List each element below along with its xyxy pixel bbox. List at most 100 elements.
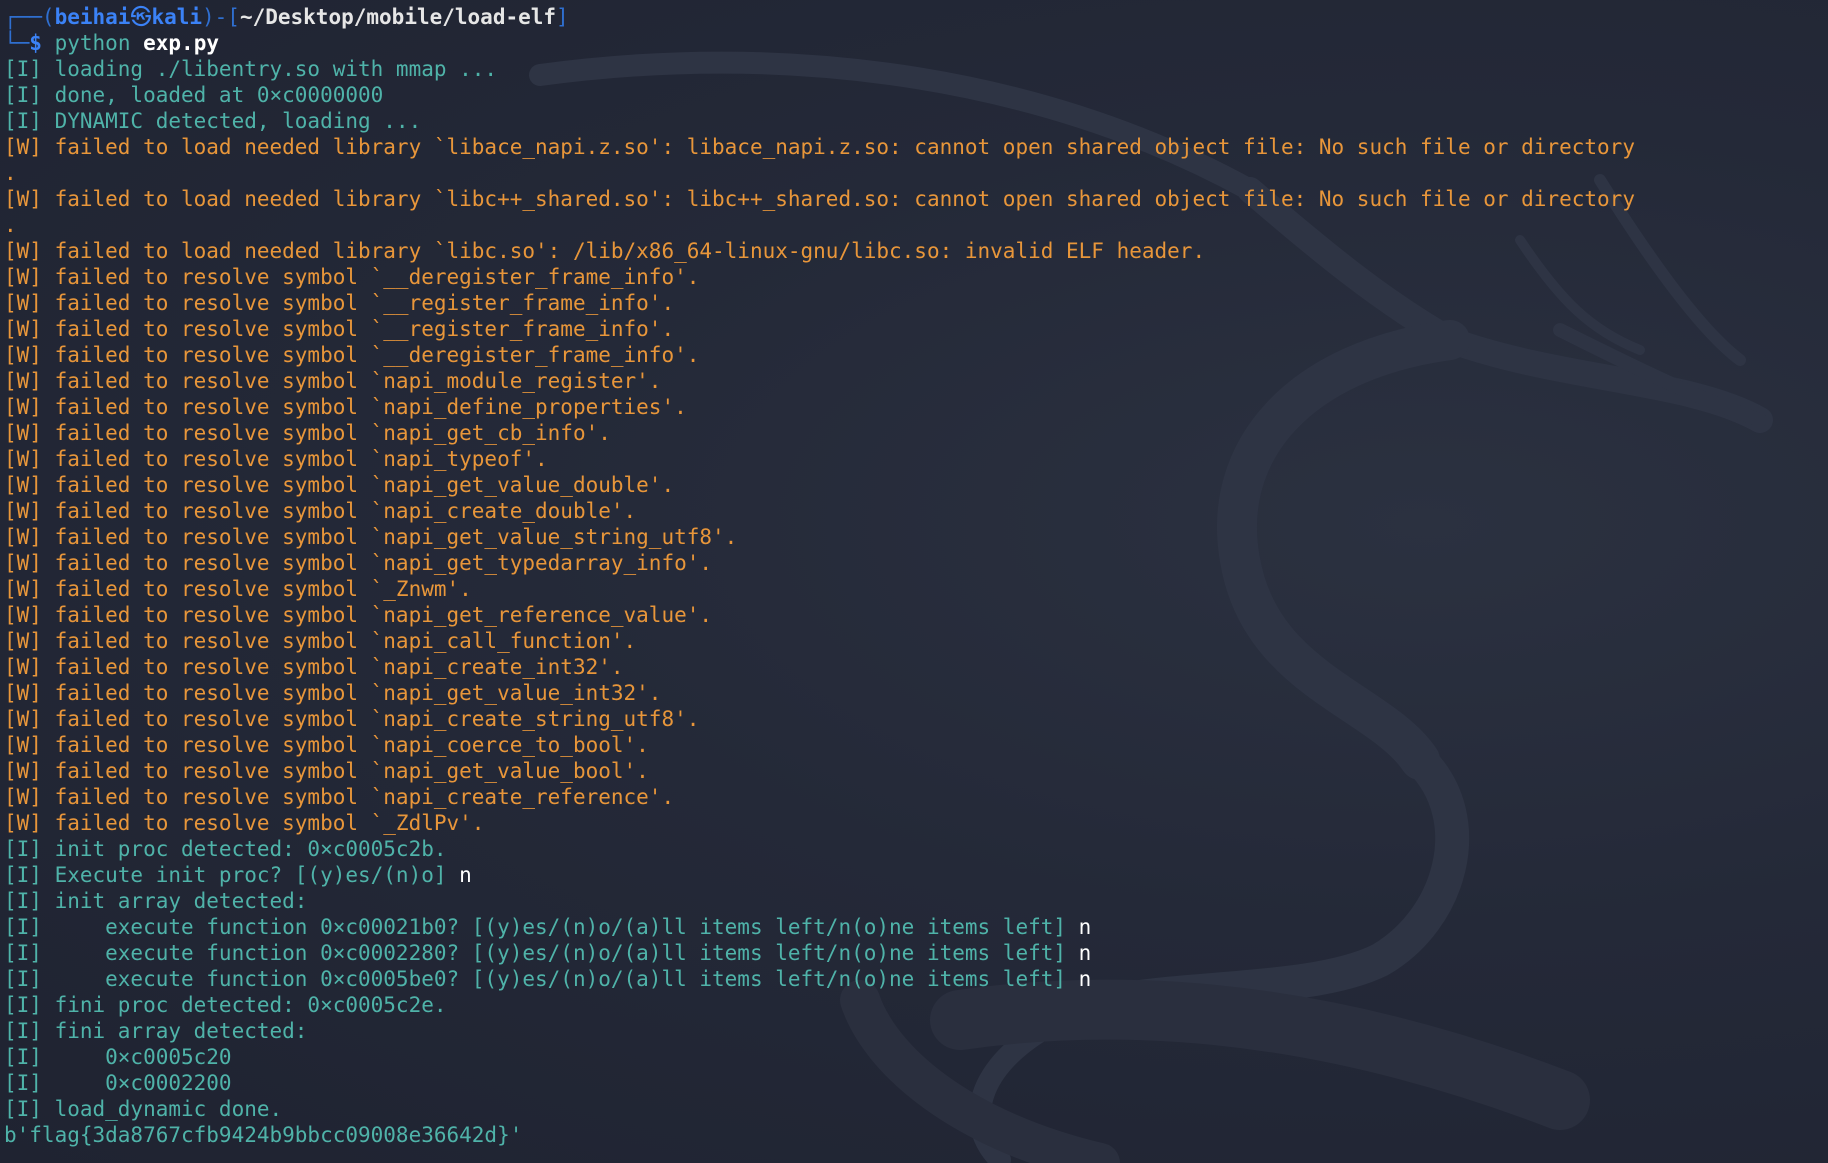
log-line-warning: [W] failed to resolve symbol `__deregist… <box>4 264 1828 290</box>
prompt-host: kali <box>151 5 203 29</box>
log-line-info: [I] fini proc detected: 0×c0005c2e. <box>4 992 1828 1018</box>
prompt-line: ┌──(beihai㉿kali)-[~/Desktop/mobile/load-… <box>4 4 1828 30</box>
log-line-warning: [W] failed to resolve symbol `napi_get_v… <box>4 472 1828 498</box>
log-line-text: b'flag{3da8767cfb9424b9bbcc09008e36642d}… <box>4 1123 523 1147</box>
prompt-dollar: $ <box>29 31 42 55</box>
log-line-text: [W] failed to resolve symbol `napi_typeo… <box>4 447 548 471</box>
log-line-info: [I] loading ./libentry.so with mmap ... <box>4 56 1828 82</box>
log-line-warning: [W] failed to resolve symbol `napi_coerc… <box>4 732 1828 758</box>
log-line-warning: [W] failed to resolve symbol `napi_call_… <box>4 628 1828 654</box>
user-answer: n <box>1078 941 1092 965</box>
log-line-text: [I] DYNAMIC detected, loading ... <box>4 109 422 133</box>
log-line-warning: [W] failed to resolve symbol `napi_get_v… <box>4 524 1828 550</box>
log-line-warning: [W] failed to resolve symbol `napi_get_t… <box>4 550 1828 576</box>
log-line-warning: [W] failed to resolve symbol `napi_get_v… <box>4 758 1828 784</box>
log-line-info: [I] load_dynamic done. <box>4 1096 1828 1122</box>
log-line-warning: [W] failed to resolve symbol `napi_creat… <box>4 654 1828 680</box>
prompt-user: beihai <box>54 5 131 29</box>
log-line-text: [W] failed to resolve symbol `__deregist… <box>4 265 700 289</box>
log-line-warning: [W] failed to resolve symbol `napi_defin… <box>4 394 1828 420</box>
log-line-warning: . <box>4 160 1828 186</box>
log-line-text: [W] failed to resolve symbol `napi_creat… <box>4 707 700 731</box>
log-line-text: [W] failed to resolve symbol `napi_get_v… <box>4 473 675 497</box>
log-line-info: [I] init proc detected: 0×c0005c2b. <box>4 836 1828 862</box>
log-line-text: [I] execute function 0×c0005be0? [(y)es/… <box>4 967 1079 991</box>
prompt-at-symbol-icon: ㉿ <box>130 5 152 29</box>
log-line-text: [I] init proc detected: 0×c0005c2b. <box>4 837 447 861</box>
log-line-warning: [W] failed to resolve symbol `__register… <box>4 316 1828 342</box>
terminal-output: ┌──(beihai㉿kali)-[~/Desktop/mobile/load-… <box>4 4 1828 1148</box>
log-line-text: [W] failed to resolve symbol `napi_get_c… <box>4 421 611 445</box>
log-line-text: [I] Execute init proc? [(y)es/(n)o] <box>4 863 460 887</box>
terminal-window[interactable]: ┌──(beihai㉿kali)-[~/Desktop/mobile/load-… <box>0 0 1828 1163</box>
log-line-warning: [W] failed to resolve symbol `napi_modul… <box>4 368 1828 394</box>
log-line-info: [I] 0×c0005c20 <box>4 1044 1828 1070</box>
log-line-warning: . <box>4 212 1828 238</box>
log-line-text: [I] init array detected: <box>4 889 308 913</box>
log-line-warning: [W] failed to resolve symbol `napi_creat… <box>4 706 1828 732</box>
log-line-text: [W] failed to resolve symbol `napi_get_r… <box>4 603 713 627</box>
log-line-text: [W] failed to resolve symbol `__register… <box>4 317 675 341</box>
log-line-warning: [W] failed to resolve symbol `napi_get_c… <box>4 420 1828 446</box>
log-line-text: [W] failed to resolve symbol `napi_creat… <box>4 785 675 809</box>
log-line-warning: [W] failed to resolve symbol `napi_get_r… <box>4 602 1828 628</box>
log-line-warning: [W] failed to resolve symbol `napi_get_v… <box>4 680 1828 706</box>
log-line-text: [W] failed to resolve symbol `napi_get_v… <box>4 525 738 549</box>
user-answer: n <box>459 863 472 887</box>
log-line-warning: [W] failed to resolve symbol `__deregist… <box>4 342 1828 368</box>
log-line-text: [W] failed to resolve symbol `napi_modul… <box>4 369 662 393</box>
log-line-text: [I] fini array detected: <box>4 1019 308 1043</box>
prompt-frame-mid: )-[ <box>202 5 240 29</box>
log-line-text: [I] execute function 0×c0002280? [(y)es/… <box>4 941 1079 965</box>
log-line-text: [W] failed to resolve symbol `napi_call_… <box>4 629 637 653</box>
log-line-warning: [W] failed to load needed library `libac… <box>4 134 1828 160</box>
log-line-warning: [W] failed to load needed library `libc+… <box>4 186 1828 212</box>
prompt-frame-top: ┌──( <box>4 5 55 29</box>
prompt-path: ~/Desktop/mobile/load-elf <box>239 5 557 29</box>
log-line-info: [I] fini array detected: <box>4 1018 1828 1044</box>
log-line-warning: [W] failed to resolve symbol `napi_creat… <box>4 498 1828 524</box>
log-line-warning: [W] failed to resolve symbol `napi_creat… <box>4 784 1828 810</box>
log-line-warning: [W] failed to resolve symbol `__register… <box>4 290 1828 316</box>
log-line-text: [W] failed to resolve symbol `_ZdlPv'. <box>4 811 485 835</box>
log-line-text: [W] failed to resolve symbol `__register… <box>4 291 675 315</box>
prompt-frame-end: ] <box>556 5 569 29</box>
log-line-text: [W] failed to resolve symbol `napi_creat… <box>4 499 637 523</box>
user-answer: n <box>1078 967 1092 991</box>
log-line-text: [I] load_dynamic done. <box>4 1097 283 1121</box>
log-line-warning: [W] failed to resolve symbol `_Znwm'. <box>4 576 1828 602</box>
log-line-info: [I] execute function 0×c0005be0? [(y)es/… <box>4 966 1828 992</box>
command-name: python <box>54 31 131 55</box>
log-line-warning: [W] failed to resolve symbol `napi_typeo… <box>4 446 1828 472</box>
command-argument: exp.py <box>143 31 219 55</box>
log-line-text: [I] fini proc detected: 0×c0005c2e. <box>4 993 447 1017</box>
log-line-text: [I] execute function 0×c00021b0? [(y)es/… <box>4 915 1079 939</box>
log-line-text: . <box>4 161 17 185</box>
command-line: └─$ python exp.py <box>4 30 1828 56</box>
log-line-text: [W] failed to resolve symbol `napi_get_v… <box>4 681 662 705</box>
log-line-text: [W] failed to resolve symbol `napi_get_v… <box>4 759 649 783</box>
log-line-info: [I] 0×c0002200 <box>4 1070 1828 1096</box>
log-line-info: [I] execute function 0×c00021b0? [(y)es/… <box>4 914 1828 940</box>
log-line-text: [I] 0×c0005c20 <box>4 1045 232 1069</box>
log-line-text: [W] failed to load needed library `libc.… <box>4 239 1206 263</box>
log-line-text: [W] failed to resolve symbol `napi_coerc… <box>4 733 649 757</box>
log-line-text: [I] 0×c0002200 <box>4 1071 232 1095</box>
log-line-text: [W] failed to resolve symbol `napi_defin… <box>4 395 687 419</box>
log-line-info: [I] init array detected: <box>4 888 1828 914</box>
log-line-text: . <box>4 213 17 237</box>
prompt-frame-bottom: └─ <box>4 31 30 55</box>
log-line-text: [I] done, loaded at 0×c0000000 <box>4 83 384 107</box>
log-line-info: [I] execute function 0×c0002280? [(y)es/… <box>4 940 1828 966</box>
log-line-text: [W] failed to resolve symbol `napi_get_t… <box>4 551 713 575</box>
log-line-info: [I] Execute init proc? [(y)es/(n)o] n <box>4 862 1828 888</box>
log-output: [I] loading ./libentry.so with mmap ...[… <box>4 56 1828 1148</box>
log-line-warning: [W] failed to resolve symbol `_ZdlPv'. <box>4 810 1828 836</box>
user-answer: n <box>1078 915 1092 939</box>
log-line-info: [I] done, loaded at 0×c0000000 <box>4 82 1828 108</box>
log-line-text: [W] failed to resolve symbol `_Znwm'. <box>4 577 472 601</box>
log-line-text: [W] failed to resolve symbol `__deregist… <box>4 343 700 367</box>
log-line-result: b'flag{3da8767cfb9424b9bbcc09008e36642d}… <box>4 1122 1828 1148</box>
log-line-info: [I] DYNAMIC detected, loading ... <box>4 108 1828 134</box>
log-line-text: [W] failed to load needed library `libc+… <box>4 187 1635 211</box>
